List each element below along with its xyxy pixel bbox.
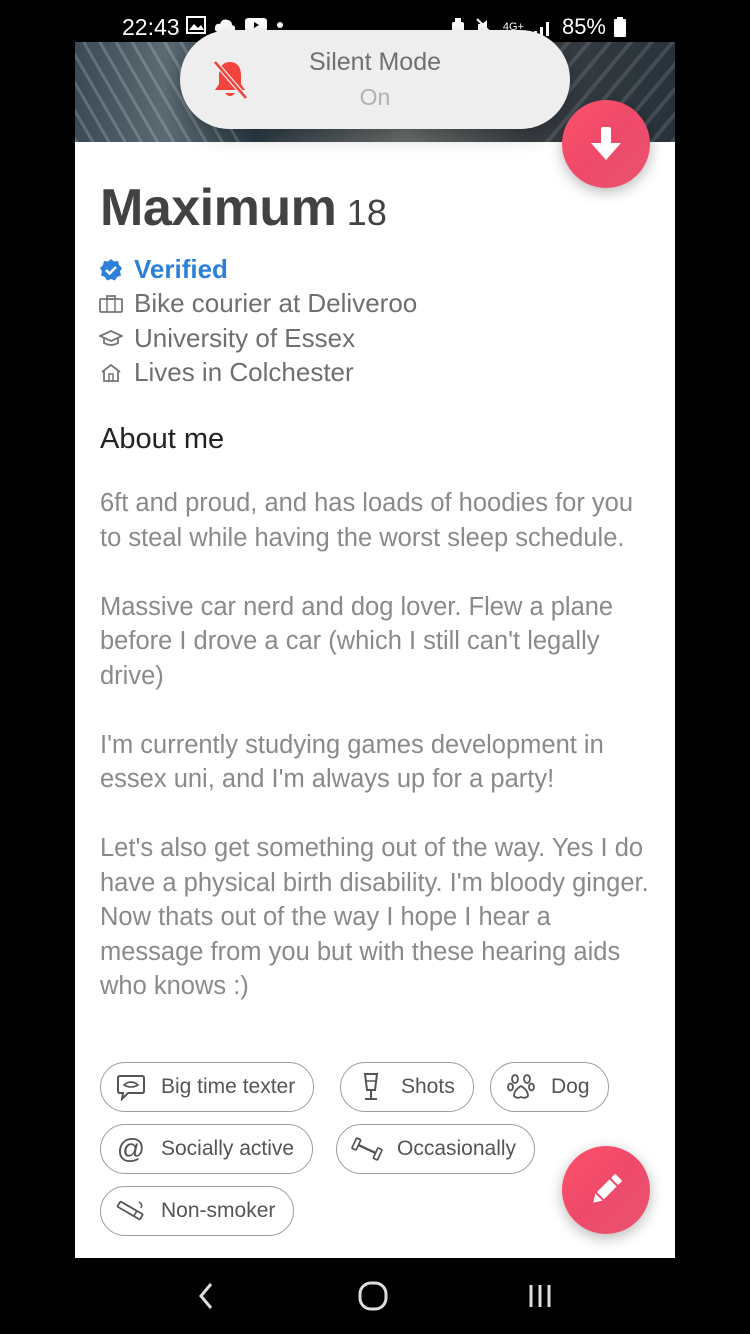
profile-name-row: Maximum 18 (100, 178, 387, 238)
briefcase-icon (98, 291, 124, 317)
school-label: University of Essex (134, 323, 356, 353)
school-row: University of Essex (98, 323, 355, 354)
battery-percent: 85% (561, 14, 606, 39)
chip-texting-style: Big time texter (100, 1062, 315, 1112)
verified-check-icon (98, 257, 124, 283)
dumbbell-icon (351, 1133, 383, 1165)
paw-icon (505, 1071, 537, 1103)
recents-button[interactable] (525, 1280, 555, 1312)
profile-name: Maximum (100, 179, 337, 237)
verified-badge-row[interactable]: Verified (98, 254, 228, 285)
about-bio: 6ft and proud, and has loads of hoodies … (100, 486, 655, 1038)
chip-label: Socially active (161, 1137, 295, 1160)
profile-age: 18 (346, 192, 387, 233)
home-icon (98, 360, 124, 386)
at-sign-icon: @ (116, 1133, 146, 1164)
graduation-cap-icon (98, 326, 124, 352)
cigarette-icon (115, 1195, 147, 1227)
recents-icon (529, 1285, 551, 1307)
chip-label: Shots (401, 1075, 455, 1098)
bio-paragraph: I'm currently studying games development… (100, 730, 604, 794)
chip-label: Big time texter (161, 1075, 296, 1098)
chip-label: Non-smoker (161, 1199, 276, 1222)
silent-mode-toast: Silent Mode On (180, 30, 570, 129)
location-label: Lives in Colchester (134, 357, 354, 387)
home-circle-icon (358, 1281, 388, 1311)
navigation-bar (75, 1258, 675, 1334)
chip-label: Occasionally (397, 1137, 517, 1160)
job-label: Bike courier at Deliveroo (134, 288, 418, 318)
pencil-icon (593, 1174, 622, 1203)
shot-glass-icon (355, 1071, 387, 1103)
chip-workout: Occasionally (336, 1124, 536, 1174)
arrow-down-icon (591, 127, 621, 160)
bio-paragraph: 6ft and proud, and has loads of hoodies … (100, 489, 634, 552)
chip-social-media: @ Socially active (100, 1124, 314, 1174)
battery-icon (614, 17, 626, 37)
chat-bubble-icon (115, 1071, 147, 1103)
toast-title: Silent Mode (308, 48, 442, 76)
chip-label: Dog (551, 1075, 590, 1098)
bio-paragraph: Let's also get something out of the way.… (100, 834, 649, 1000)
chevron-left-icon (199, 1283, 213, 1309)
gallery-icon (186, 16, 206, 34)
home-button[interactable] (355, 1280, 391, 1312)
location-row: Lives in Colchester (98, 357, 354, 388)
edit-profile-button[interactable] (562, 1146, 650, 1234)
bio-paragraph: Massive car nerd and dog lover. Flew a p… (100, 592, 614, 690)
verified-label: Verified (134, 254, 228, 284)
back-button[interactable] (191, 1280, 221, 1312)
collapse-profile-button[interactable] (562, 100, 650, 188)
status-time: 22:43 (122, 14, 180, 40)
chip-pets: Dog (490, 1062, 609, 1112)
about-heading: About me (100, 423, 225, 455)
chip-drinking: Shots (340, 1062, 474, 1112)
dot-icon (277, 22, 283, 28)
job-row: Bike courier at Deliveroo (98, 288, 417, 319)
toast-subtitle: On (359, 84, 391, 110)
chip-smoking: Non-smoker (100, 1186, 295, 1236)
